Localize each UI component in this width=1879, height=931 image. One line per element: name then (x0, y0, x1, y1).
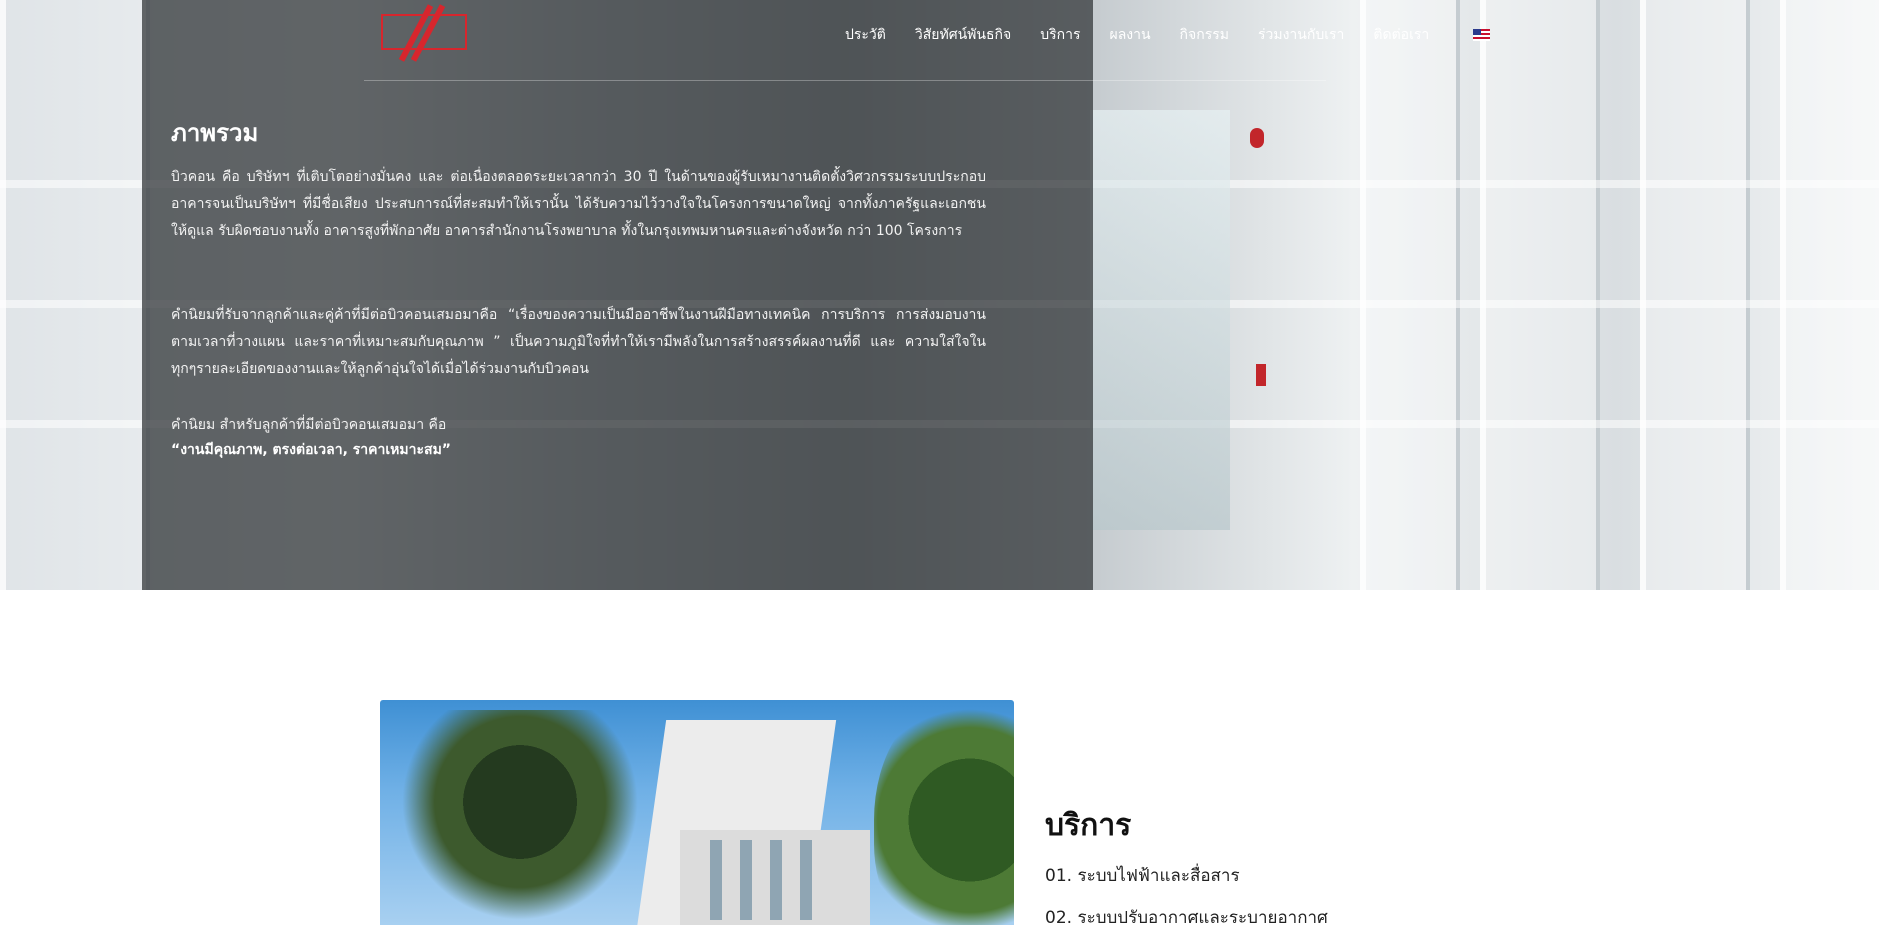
nav-careers[interactable]: ร่วมงานกับเรา (1258, 24, 1344, 46)
palm-tree (390, 710, 650, 925)
building-window (710, 840, 722, 920)
glass-panel (1090, 110, 1230, 530)
nav-history[interactable]: ประวัติ (845, 24, 886, 46)
window-pane (1640, 0, 1750, 590)
services-title: บริการ (1045, 808, 1132, 843)
testimonial-paragraph: คำนิยมที่รับจากลูกค้าและคู่ค้าที่มีต่อบิ… (171, 307, 986, 377)
service-item-electrical: 01. ระบบไฟฟ้าและสื่อสาร (1045, 866, 1240, 886)
nav-services[interactable]: บริการ (1040, 24, 1080, 46)
window-pane (1360, 0, 1460, 590)
building-window (800, 840, 812, 920)
building-window (770, 840, 782, 920)
overview-paragraph: บิวคอน คือ บริษัทฯ ที่เติบโตอย่างมั่นคง … (171, 169, 986, 239)
us-flag-icon[interactable] (1473, 29, 1490, 41)
fire-alarm (1256, 364, 1266, 386)
nav-activities[interactable]: กิจกรรม (1180, 24, 1229, 46)
main-nav: ประวัติ วิสัยทัศน์พันธกิจ บริการ ผลงาน ก… (845, 24, 1458, 46)
hero-title: ภาพรวม (171, 119, 259, 147)
service-item-hvac: 02. ระบบปรับอากาศและระบายอากาศ (1045, 908, 1328, 928)
hero-overlay (142, 0, 1093, 590)
fire-alarm (1250, 128, 1264, 148)
services-photo (380, 700, 1014, 925)
nav-divider (364, 80, 1326, 81)
window-pane (1780, 0, 1879, 590)
values-slogan: “งานมีคุณภาพ, ตรงต่อเวลา, ราคาเหมาะสม” (171, 442, 451, 458)
window-pane (1480, 0, 1600, 590)
company-logo[interactable] (381, 4, 467, 62)
window-pane (0, 0, 150, 590)
trees (874, 700, 1014, 925)
nav-contact[interactable]: ติดต่อเรา (1373, 24, 1429, 46)
building-window (740, 840, 752, 920)
nav-vision-mission[interactable]: วิสัยทัศน์พันธกิจ (915, 24, 1011, 46)
nav-portfolio[interactable]: ผลงาน (1109, 24, 1150, 46)
hero-section (0, 0, 1879, 590)
values-intro: คำนิยม สำหรับลูกค้าที่มีต่อบิวคอนเสมอมา … (171, 417, 447, 433)
